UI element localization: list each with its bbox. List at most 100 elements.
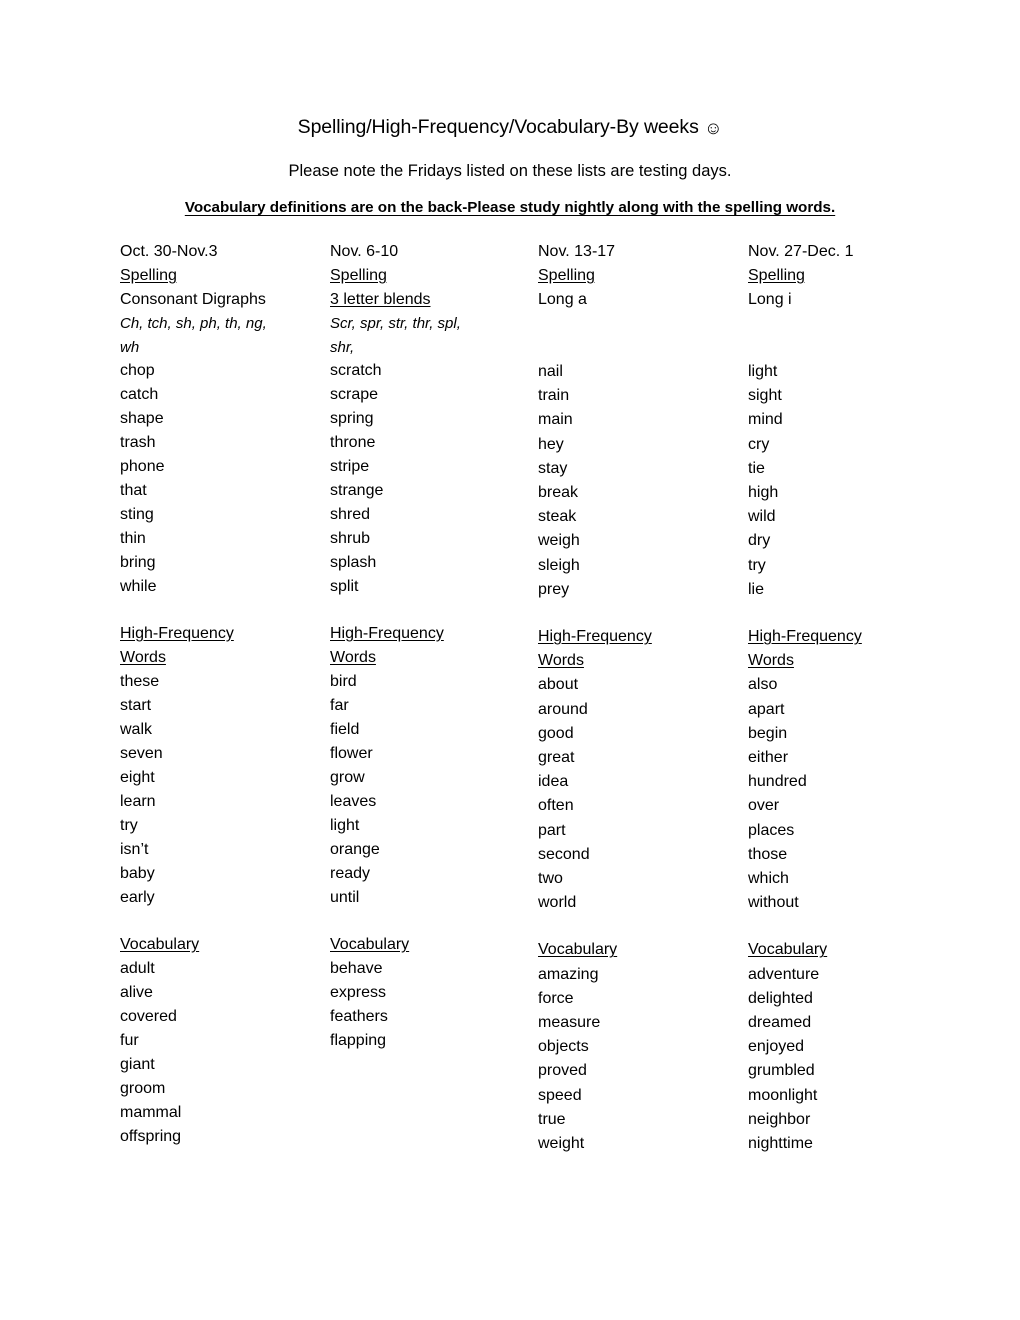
vocabulary-word: alive	[120, 984, 153, 1001]
week-1-vocabulary-heading: Vocabulary	[120, 933, 320, 957]
spelling-word: sight	[748, 387, 782, 405]
spelling-word: break	[538, 484, 579, 502]
week-4-high-frequency-heading: High-Frequency Words	[748, 625, 958, 673]
vocabulary-word: nighttime	[748, 1135, 813, 1153]
vocabulary-heading: Vocabulary	[330, 936, 410, 953]
week-columns: Oct. 30-Nov.3 Spelling Consonant Digraph…	[0, 0, 1020, 1320]
spelling-word: weigh	[538, 532, 580, 550]
vocabulary-heading: Vocabulary	[538, 941, 618, 959]
week-2-examples-line-2: shr,	[330, 338, 355, 356]
vocabulary-word: delighted	[748, 989, 813, 1007]
week-4-high-frequency-words: also apart begin either hundred over pla…	[748, 673, 958, 915]
week-1-spelling-words: chop catch shape trash phone that sting …	[120, 359, 320, 599]
week-2-heading-block: Nov. 6-10 Spelling 3 letter blends Scr, …	[330, 240, 530, 359]
hf-heading-line-1: High-Frequency	[538, 628, 652, 646]
vocabulary-word: neighbor	[748, 1110, 811, 1128]
spelling-word: wild	[748, 508, 776, 526]
high-frequency-word: over	[748, 797, 780, 815]
high-frequency-word: eight	[120, 769, 155, 786]
vocabulary-word: adult	[120, 960, 155, 977]
high-frequency-word: begin	[748, 724, 788, 742]
week-1-high-frequency-heading: High-Frequency Words	[120, 622, 320, 670]
hf-heading-line-1: High-Frequency	[748, 628, 862, 646]
high-frequency-word: early	[120, 889, 155, 906]
vocabulary-word: express	[330, 984, 387, 1001]
high-frequency-word: walk	[120, 721, 153, 738]
vocabulary-word: feathers	[330, 1008, 388, 1025]
spelling-word: lie	[748, 580, 765, 598]
week-3-pattern: Long a	[538, 291, 587, 308]
spelling-word: cry	[748, 435, 770, 453]
hf-heading-line-1: High-Frequency	[120, 625, 234, 642]
week-column-2: Nov. 6-10 Spelling 3 letter blends Scr, …	[330, 240, 530, 1053]
vocabulary-word: grumbled	[748, 1062, 815, 1080]
spelling-word: mind	[748, 411, 783, 429]
high-frequency-word: either	[748, 749, 789, 767]
spelling-word: shape	[120, 410, 164, 427]
vocabulary-word: mammal	[120, 1104, 182, 1121]
high-frequency-word: grow	[330, 769, 365, 786]
high-frequency-word: flower	[330, 745, 373, 762]
week-2-spelling-heading: Spelling	[330, 267, 387, 284]
week-3-spelling-heading: Spelling	[538, 267, 595, 284]
vocabulary-word: behave	[330, 960, 383, 977]
week-1-date-range: Oct. 30-Nov.3	[120, 243, 218, 260]
week-3-heading-block: Nov. 13-17 Spelling Long a	[538, 240, 738, 360]
week-1-vocabulary-words: adult alive covered fur giant groom mamm…	[120, 957, 320, 1149]
spelling-word: spring	[330, 410, 374, 427]
spelling-word: high	[748, 484, 779, 502]
vocabulary-heading: Vocabulary	[748, 941, 828, 959]
week-1-spelling-heading: Spelling	[120, 267, 177, 284]
spelling-word: try	[748, 556, 766, 574]
high-frequency-word: hundred	[748, 773, 807, 791]
spelling-word: that	[120, 482, 147, 499]
spelling-word: throne	[330, 434, 376, 451]
high-frequency-word: seven	[120, 745, 163, 762]
week-3-vocabulary-heading: Vocabulary	[538, 938, 738, 962]
spelling-word: tie	[748, 459, 765, 477]
high-frequency-word: field	[330, 721, 360, 738]
spelling-word: stripe	[330, 458, 370, 475]
week-2-vocabulary-heading: Vocabulary	[330, 933, 530, 957]
high-frequency-word: try	[120, 817, 138, 834]
week-3-high-frequency-words: about around good great idea often part …	[538, 673, 738, 915]
hf-heading-line-2: Words	[748, 652, 794, 670]
week-4-vocabulary-words: adventure delighted dreamed enjoyed grum…	[748, 963, 958, 1157]
spelling-word: train	[538, 387, 570, 405]
spelling-word: phone	[120, 458, 165, 475]
vocabulary-word: speed	[538, 1086, 582, 1104]
spelling-word: catch	[120, 386, 159, 403]
spelling-word: bring	[120, 554, 156, 571]
high-frequency-word: start	[120, 697, 152, 714]
high-frequency-word: isn’t	[120, 841, 149, 858]
spelling-word: nail	[538, 363, 563, 380]
vocabulary-word: moonlight	[748, 1086, 818, 1104]
week-4-date-range: Nov. 27-Dec. 1	[748, 243, 854, 260]
vocabulary-word: enjoyed	[748, 1038, 805, 1056]
vocabulary-word: measure	[538, 1014, 601, 1032]
high-frequency-word: far	[330, 697, 349, 714]
spelling-word: main	[538, 411, 573, 429]
vocabulary-word: adventure	[748, 965, 820, 983]
high-frequency-word: learn	[120, 793, 156, 810]
vocabulary-word: amazing	[538, 965, 599, 983]
spelling-word: steak	[538, 508, 577, 526]
high-frequency-word: great	[538, 749, 575, 767]
high-frequency-word: also	[748, 676, 778, 694]
week-2-pattern: 3 letter blends	[330, 291, 431, 308]
high-frequency-word: orange	[330, 841, 380, 858]
high-frequency-word: until	[330, 889, 360, 906]
vocabulary-word: covered	[120, 1008, 177, 1025]
hf-heading-line-2: Words	[538, 652, 584, 670]
high-frequency-word: leaves	[330, 793, 377, 810]
vocabulary-word: weight	[538, 1135, 585, 1153]
spelling-word: split	[330, 578, 359, 595]
high-frequency-word: part	[538, 821, 566, 839]
high-frequency-word: around	[538, 700, 588, 718]
high-frequency-word: light	[330, 817, 360, 834]
